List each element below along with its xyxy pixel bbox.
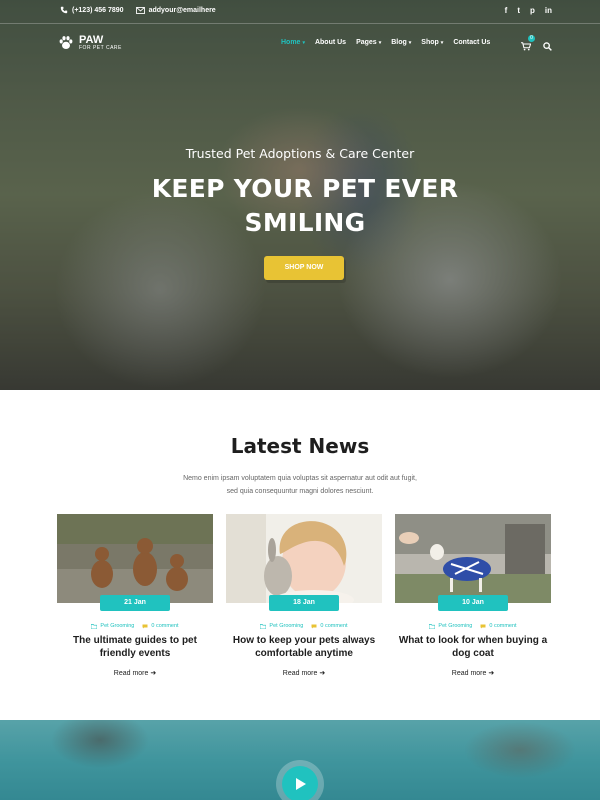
news-meta: Pet Grooming 0 comment (395, 623, 551, 629)
nav-about-us[interactable]: About Us (315, 39, 346, 46)
facebook-icon[interactable]: f (505, 6, 508, 15)
read-more-link[interactable]: Read more ➜ (57, 669, 213, 677)
comment-icon (142, 624, 148, 628)
nav-contact-us[interactable]: Contact Us (453, 39, 490, 46)
logo-tagline: FOR PET CARE (79, 45, 122, 51)
folder-icon (429, 623, 436, 629)
chevron-down-icon: ▾ (302, 40, 305, 46)
cart-button[interactable]: 0 (521, 35, 535, 56)
nav-pages[interactable]: Pages ▾ (356, 39, 381, 46)
news-card[interactable]: 10 Jan Pet Grooming 0 comment What to lo… (395, 514, 551, 677)
twitter-icon[interactable]: t (517, 6, 520, 15)
phone-icon (60, 6, 68, 14)
social-links: f t p in (505, 6, 552, 15)
news-date-badge: 21 Jan (100, 595, 170, 611)
arrow-right-icon: ➜ (150, 670, 157, 677)
news-image-dog-coat[interactable] (395, 514, 551, 603)
news-card[interactable]: 18 Jan Pet Grooming 0 comment How to kee… (226, 514, 382, 677)
news-card-title[interactable]: How to keep your pets always comfortable… (226, 634, 382, 660)
folder-icon (91, 623, 98, 629)
chevron-down-icon: ▾ (378, 40, 382, 46)
phone-number: (+123) 456 7890 (72, 6, 124, 14)
linkedin-icon[interactable]: in (545, 6, 552, 15)
news-category[interactable]: Pet Grooming (260, 623, 303, 629)
mail-icon (135, 6, 145, 14)
news-image-puppies[interactable] (57, 514, 213, 603)
read-more-link[interactable]: Read more ➜ (226, 669, 382, 677)
search-icon (543, 42, 552, 51)
comment-icon (311, 624, 317, 628)
news-card-title[interactable]: The ultimate guides to pet friendly even… (57, 634, 213, 660)
news-category[interactable]: Pet Grooming (91, 623, 134, 629)
news-card[interactable]: 21 Jan Pet Grooming 0 comment The ultima… (57, 514, 213, 677)
play-button[interactable] (282, 766, 318, 800)
news-comments[interactable]: 0 comment (480, 623, 517, 629)
news-meta: Pet Grooming 0 comment (226, 623, 382, 629)
news-comments[interactable]: 0 comment (311, 623, 348, 629)
news-title: Latest News (230, 434, 370, 458)
nav-shop[interactable]: Shop ▾ (421, 39, 443, 46)
video-section (0, 720, 600, 800)
hero-content: (+123) 456 7890 addyour@emailhere f t p … (0, 0, 600, 390)
news-image-girl-bunny[interactable] (226, 514, 382, 603)
nav-home[interactable]: Home ▾ (281, 39, 305, 46)
folder-icon (260, 623, 267, 629)
pinterest-icon[interactable]: p (530, 6, 535, 15)
news-meta: Pet Grooming 0 comment (57, 623, 213, 629)
play-icon (296, 778, 306, 790)
chevron-down-icon: ▾ (408, 40, 412, 46)
cart-count-badge: 0 (528, 35, 535, 42)
shop-now-button[interactable]: SHOP NOW (264, 256, 344, 280)
top-divider (0, 23, 600, 24)
news-date-badge: 10 Jan (438, 595, 508, 611)
email-contact[interactable]: addyour@emailhere (135, 6, 216, 14)
email-address: addyour@emailhere (148, 6, 216, 14)
search-button[interactable] (543, 38, 552, 56)
read-more-link[interactable]: Read more ➜ (395, 669, 551, 677)
hero-subtitle: Trusted Pet Adoptions & Care Center (185, 146, 415, 161)
arrow-right-icon: ➜ (488, 670, 495, 677)
main-nav: Home ▾ About Us Pages ▾ Blog ▾ Shop ▾ Contac… (281, 39, 490, 46)
news-description: Nemo enim ipsam voluptatem quia voluptas… (183, 475, 417, 495)
cart-icon (521, 42, 532, 51)
arrow-right-icon: ➜ (319, 670, 326, 677)
news-comments[interactable]: 0 comment (142, 623, 179, 629)
site-logo[interactable]: PAW FOR PET CARE (58, 35, 122, 51)
phone-contact[interactable]: (+123) 456 7890 (60, 6, 124, 14)
hero-title: KEEP YOUR PET EVER SMILING (151, 174, 459, 237)
nav-blog[interactable]: Blog ▾ (391, 39, 411, 46)
news-card-title[interactable]: What to look for when buying a dog coat (395, 634, 551, 660)
news-date-badge: 18 Jan (269, 595, 339, 611)
paw-icon (59, 36, 73, 49)
logo-name: PAW (79, 34, 104, 46)
chevron-down-icon: ▾ (440, 40, 444, 46)
hero-section: (+123) 456 7890 addyour@emailhere f t p … (0, 0, 600, 390)
top-bar: (+123) 456 7890 addyour@emailhere f t p … (60, 6, 552, 18)
comment-icon (480, 624, 486, 628)
news-category[interactable]: Pet Grooming (429, 623, 472, 629)
